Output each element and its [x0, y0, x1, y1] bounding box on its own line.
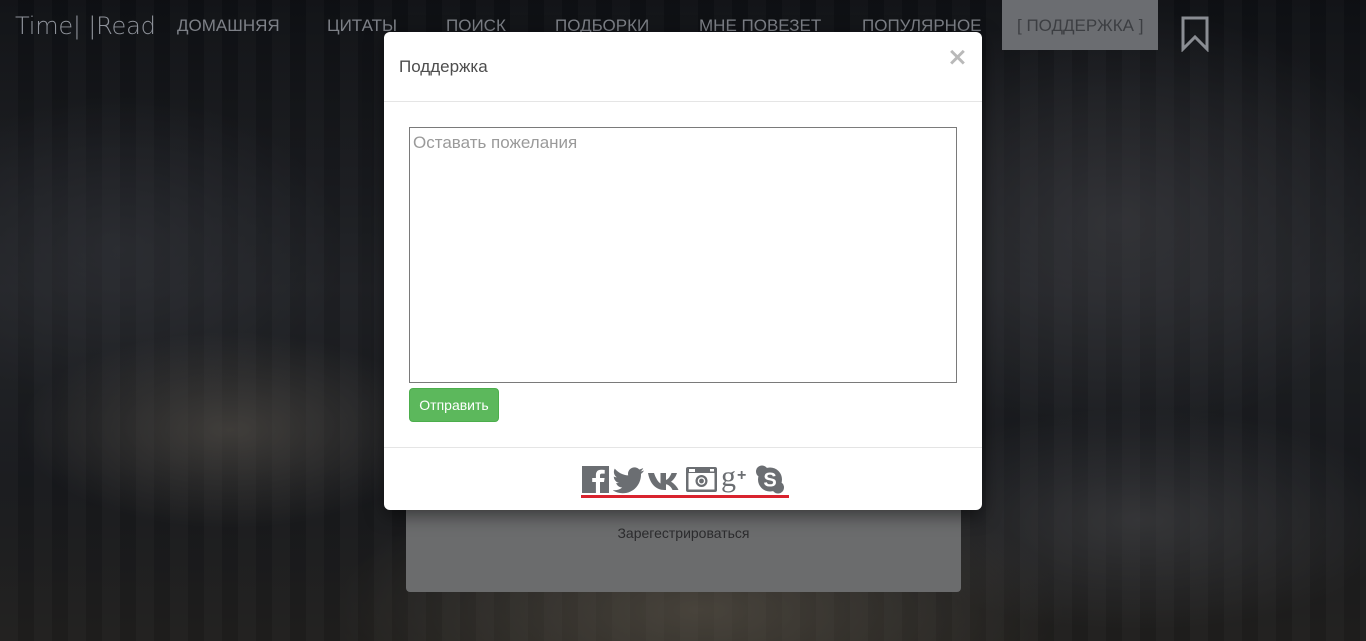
- google-plus-icon[interactable]: g +: [721, 464, 753, 494]
- modal-body: Отправить: [384, 102, 982, 447]
- skype-icon[interactable]: S: [755, 464, 785, 494]
- register-link[interactable]: Зарегестрироваться: [406, 525, 961, 541]
- social-links: g + S: [581, 464, 789, 498]
- svg-text:S: S: [763, 470, 776, 492]
- brand-logo[interactable]: Time| |Read: [15, 12, 156, 40]
- facebook-icon[interactable]: [581, 464, 611, 494]
- send-button[interactable]: Отправить: [409, 388, 499, 422]
- modal-header: Поддержка ×: [384, 32, 982, 102]
- twitter-icon[interactable]: [613, 464, 645, 494]
- svg-text:g: g: [721, 464, 736, 493]
- nav-item-support[interactable]: [ ПОДДЕРЖКА ]: [1002, 0, 1159, 50]
- nav-item-home[interactable]: ДОМАШНЯЯ: [177, 16, 280, 36]
- login-card: Зарегестрироваться: [406, 498, 961, 592]
- modal-title: Поддержка: [399, 57, 488, 76]
- modal-footer: g + S: [384, 447, 982, 510]
- feedback-textarea[interactable]: [409, 127, 957, 383]
- vk-icon[interactable]: [647, 464, 683, 494]
- close-button[interactable]: ×: [947, 44, 968, 69]
- support-modal: Поддержка × Отправить: [384, 32, 982, 510]
- instagram-icon[interactable]: [685, 464, 718, 494]
- bookmark-icon[interactable]: [1180, 16, 1210, 52]
- svg-text:+: +: [737, 467, 746, 484]
